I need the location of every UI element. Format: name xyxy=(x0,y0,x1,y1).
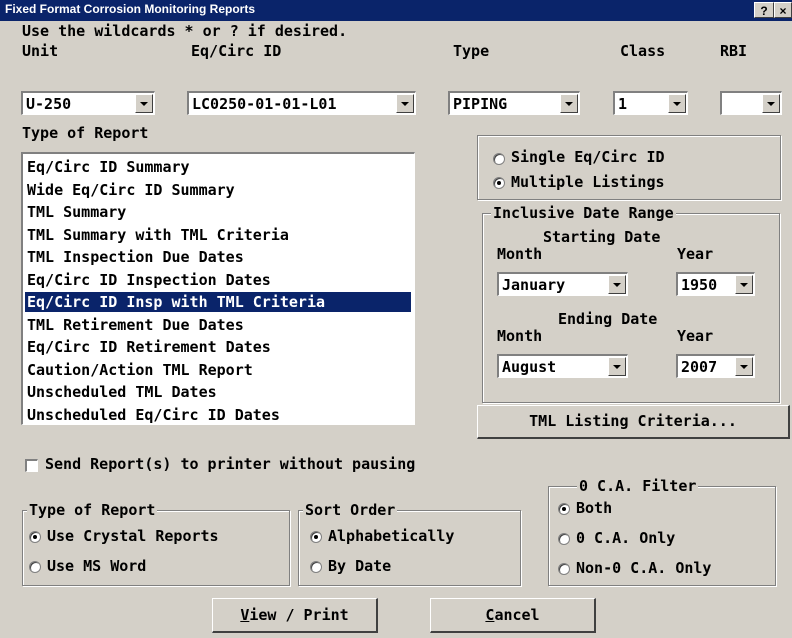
chevron-down-icon[interactable] xyxy=(608,357,626,376)
type-label: Type xyxy=(453,42,490,60)
eqcirc-label: Eq/Circ ID xyxy=(191,42,282,60)
wildcard-hint: Use the wildcards * or ? if desired. xyxy=(22,22,348,40)
ca-only-radio[interactable] xyxy=(558,533,570,545)
end-month-combo[interactable]: August xyxy=(497,354,628,378)
report-list-item[interactable]: TML Summary with TML Criteria xyxy=(25,225,411,245)
rbi-label: RBI xyxy=(720,42,748,60)
by-date-radio[interactable] xyxy=(310,561,322,573)
end-month-label: Month xyxy=(497,327,543,345)
report-list-item[interactable]: Eq/Circ ID Retirement Dates xyxy=(25,337,411,357)
start-month-value: January xyxy=(502,276,566,294)
view-print-label: iew / Print xyxy=(249,606,349,624)
multiple-label[interactable]: Multiple Listings xyxy=(511,173,665,191)
window-title: Fixed Format Corrosion Monitoring Report… xyxy=(5,2,256,16)
report-list-item[interactable]: Wide Eq/Circ ID Summary xyxy=(25,180,411,200)
type-combo[interactable]: PIPING xyxy=(448,91,580,115)
report-list-item[interactable]: Eq/Circ ID Insp with TML Criteria xyxy=(25,292,411,312)
end-year-value: 2007 xyxy=(681,358,718,376)
tml-listing-criteria-button[interactable]: TML Listing Criteria... xyxy=(477,405,790,439)
sort-order-title: Sort Order xyxy=(303,501,398,519)
report-format-group: Type of Report Use Crystal Reports Use M… xyxy=(22,501,290,586)
ca-filter-group: 0 C.A. Filter Both 0 C.A. Only Non-0 C.A… xyxy=(548,477,776,586)
ms-word-radio[interactable] xyxy=(29,561,41,573)
chevron-down-icon[interactable] xyxy=(668,94,686,113)
non-ca-only-radio[interactable] xyxy=(558,563,570,575)
type-value: PIPING xyxy=(453,95,508,113)
view-print-mnemonic: V xyxy=(240,606,250,624)
chevron-down-icon[interactable] xyxy=(735,275,753,294)
class-combo[interactable]: 1 xyxy=(613,91,688,115)
cancel-label: ancel xyxy=(494,606,540,624)
ca-only-label[interactable]: 0 C.A. Only xyxy=(576,529,675,547)
crystal-reports-label[interactable]: Use Crystal Reports xyxy=(47,527,219,545)
class-value: 1 xyxy=(618,95,628,113)
both-radio[interactable] xyxy=(558,503,570,515)
send-to-printer-checkbox[interactable] xyxy=(25,459,38,472)
report-list-item[interactable]: Unscheduled TML Dates xyxy=(25,382,411,402)
alphabetically-radio[interactable] xyxy=(310,531,322,543)
ms-word-label[interactable]: Use MS Word xyxy=(47,557,146,575)
view-print-button[interactable]: View / Print xyxy=(212,598,378,633)
report-listbox[interactable]: Eq/Circ ID Summary Wide Eq/Circ ID Summar… xyxy=(21,152,415,425)
chevron-down-icon[interactable] xyxy=(762,94,780,113)
report-list-item[interactable]: Caution/Action TML Report xyxy=(25,360,411,380)
alphabetically-label[interactable]: Alphabetically xyxy=(328,527,454,545)
chevron-down-icon[interactable] xyxy=(560,94,578,113)
report-list-item[interactable]: Eq/Circ ID Summary xyxy=(25,157,411,177)
class-label: Class xyxy=(620,42,666,60)
chevron-down-icon[interactable] xyxy=(396,94,414,113)
unit-combo[interactable]: U-250 xyxy=(21,91,155,115)
end-month-value: August xyxy=(502,358,557,376)
help-icon[interactable]: ? xyxy=(754,2,774,18)
report-list-item[interactable]: TML Summary xyxy=(25,202,411,222)
send-to-printer-label[interactable]: Send Report(s) to printer without pausin… xyxy=(45,455,415,473)
title-bar: Fixed Format Corrosion Monitoring Report… xyxy=(0,0,792,21)
multiple-radio[interactable] xyxy=(493,177,505,189)
chevron-down-icon[interactable] xyxy=(608,275,626,294)
type-of-report-label: Type of Report xyxy=(22,124,149,142)
unit-value: U-250 xyxy=(26,95,72,113)
report-list-item[interactable]: Eq/Circ ID Inspection Dates xyxy=(25,270,411,290)
by-date-label[interactable]: By Date xyxy=(328,557,391,575)
eqcirc-combo[interactable]: LC0250-01-01-L01 xyxy=(187,91,416,115)
report-list-item[interactable]: TML Inspection Due Dates xyxy=(25,247,411,267)
crystal-reports-radio[interactable] xyxy=(29,531,41,543)
starting-date-title: Starting Date xyxy=(543,228,661,246)
ca-filter-title: 0 C.A. Filter xyxy=(577,477,699,495)
start-month-label: Month xyxy=(497,245,543,263)
listing-mode-panel: Single Eq/Circ ID Multiple Listings xyxy=(477,135,781,200)
chevron-down-icon[interactable] xyxy=(735,357,753,376)
report-format-title: Type of Report xyxy=(27,501,158,519)
report-list-item[interactable]: TML Retirement Due Dates xyxy=(25,315,411,335)
cancel-button[interactable]: Cancel xyxy=(430,598,596,633)
end-year-combo[interactable]: 2007 xyxy=(676,354,755,378)
eqcirc-value: LC0250-01-01-L01 xyxy=(192,95,337,113)
close-icon[interactable]: × xyxy=(774,2,792,18)
end-year-label: Year xyxy=(677,327,714,345)
start-year-label: Year xyxy=(677,245,714,263)
start-year-combo[interactable]: 1950 xyxy=(676,272,755,296)
chevron-down-icon[interactable] xyxy=(135,94,153,113)
report-list-item[interactable]: Unscheduled Eq/Circ ID Dates xyxy=(25,405,411,425)
start-month-combo[interactable]: January xyxy=(497,272,628,296)
ending-date-title: Ending Date xyxy=(558,310,658,328)
both-label[interactable]: Both xyxy=(576,499,612,517)
unit-label: Unit xyxy=(22,42,59,60)
date-range-group: Inclusive Date Range Starting Date Month… xyxy=(482,204,780,403)
single-label[interactable]: Single Eq/Circ ID xyxy=(511,148,665,166)
date-range-title: Inclusive Date Range xyxy=(491,204,676,222)
non-ca-only-label[interactable]: Non-0 C.A. Only xyxy=(576,559,711,577)
sort-order-group: Sort Order Alphabetically By Date xyxy=(298,501,521,586)
start-year-value: 1950 xyxy=(681,276,718,294)
single-radio[interactable] xyxy=(493,153,505,165)
rbi-combo[interactable] xyxy=(720,91,782,115)
